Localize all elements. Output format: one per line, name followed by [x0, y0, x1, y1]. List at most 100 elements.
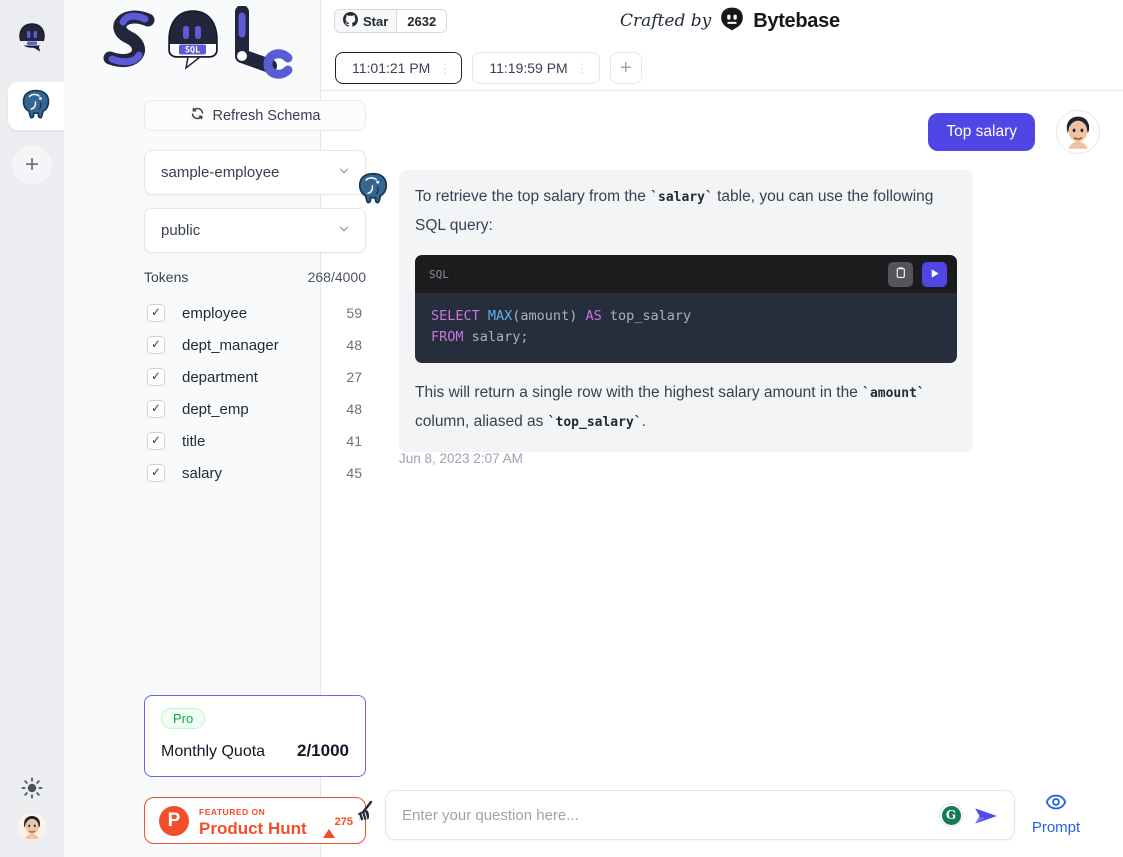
product-hunt-name: Product Hunt: [199, 819, 307, 838]
quota-label: Monthly Quota: [161, 743, 265, 761]
github-icon: [343, 12, 358, 30]
chevron-down-icon: [337, 222, 351, 240]
refresh-icon: [190, 106, 205, 125]
prompt-button[interactable]: Prompt: [1026, 791, 1086, 836]
send-icon: [973, 817, 999, 832]
crafted-by-label: Crafted by: [620, 11, 711, 31]
code-block-header: SQL: [415, 255, 957, 293]
conversation-tabs: 11:01:21 PM ⋮ 11:19:59 PM ⋮ +: [335, 52, 642, 84]
tab-label: 11:19:59 PM: [489, 60, 567, 76]
bytebase-logo-icon: [719, 6, 745, 37]
question-composer: G: [385, 790, 1015, 840]
brand-name: Bytebase: [753, 10, 840, 33]
table-name: title: [182, 433, 346, 450]
table-row: salary 45: [144, 457, 366, 489]
tab-conversation-1[interactable]: 11:01:21 PM ⋮: [335, 52, 462, 84]
table-token-count: 48: [346, 337, 362, 353]
pro-quota-card: Pro Monthly Quota 2/1000: [144, 695, 366, 777]
database-select-value: sample-employee: [161, 164, 279, 181]
assistant-message-bubble: To retrieve the top salary from the `sal…: [399, 170, 973, 452]
code-line: SELECT MAX(amount) AS top_salary: [431, 306, 941, 327]
run-query-button[interactable]: [922, 262, 947, 287]
inline-code: `salary`: [650, 190, 713, 205]
star-count: 2632: [397, 10, 446, 32]
table-row: department 27: [144, 361, 366, 393]
header-divider: [321, 90, 1123, 91]
tokens-value: 268/4000: [308, 269, 366, 285]
workspace-rail: +: [0, 0, 64, 857]
svg-text:SQL: SQL: [185, 46, 200, 56]
user-message-avatar: [1056, 110, 1100, 154]
message-timestamp: Jun 8, 2023 2:07 AM: [399, 451, 523, 466]
schema-sidebar: SQL Refresh Schema sample-employee pub: [64, 0, 321, 857]
refresh-schema-button[interactable]: Refresh Schema: [144, 100, 366, 131]
code-line: FROM salary;: [431, 327, 941, 348]
table-checkbox[interactable]: [147, 400, 165, 418]
crafted-by-banner[interactable]: Crafted by Bytebase: [620, 8, 840, 34]
database-select[interactable]: sample-employee: [144, 150, 366, 195]
table-name: department: [182, 369, 346, 386]
prompt-label: Prompt: [1026, 819, 1086, 836]
clipboard-icon: [894, 266, 907, 282]
clear-conversation-button[interactable]: [351, 799, 379, 827]
eye-icon: [1045, 801, 1067, 816]
play-icon: [929, 267, 940, 282]
assistant-avatar-postgresql-icon: [355, 170, 391, 206]
inline-code: `top_salary`: [548, 415, 642, 430]
table-token-count: 45: [346, 465, 362, 481]
table-name: employee: [182, 305, 346, 322]
table-token-count: 59: [346, 305, 362, 321]
table-token-count: 27: [346, 369, 362, 385]
user-message-bubble: Top salary: [928, 113, 1035, 151]
refresh-schema-label: Refresh Schema: [213, 108, 321, 124]
table-row: dept_manager 48: [144, 329, 366, 361]
sqlchat-bot-icon: [15, 21, 49, 60]
tab-menu-icon[interactable]: ⋮: [438, 62, 451, 75]
copy-code-button[interactable]: [888, 262, 913, 287]
sun-icon: [21, 777, 43, 804]
table-row: title 41: [144, 425, 366, 457]
new-conversation-button[interactable]: +: [610, 52, 642, 84]
tab-conversation-2[interactable]: 11:19:59 PM ⋮: [472, 52, 599, 84]
assistant-outro-text: This will return a single row with the h…: [415, 379, 957, 437]
sql-code-block: SQL SELECT MAX(amount) AS top_salary FRO…: [415, 255, 957, 363]
question-input[interactable]: [385, 790, 1015, 840]
user-avatar-button[interactable]: [0, 812, 64, 847]
tab-menu-icon[interactable]: ⋮: [576, 62, 589, 75]
table-checkbox[interactable]: [147, 336, 165, 354]
product-hunt-icon: P: [159, 806, 189, 836]
inline-code: `amount`: [862, 386, 925, 401]
github-star-button[interactable]: Star 2632: [334, 9, 447, 33]
product-hunt-votes: 275: [323, 812, 353, 830]
grammarly-icon[interactable]: G: [939, 803, 963, 827]
assistant-intro-text: To retrieve the top salary from the `sal…: [415, 183, 957, 240]
table-checkbox[interactable]: [147, 432, 165, 450]
table-checkbox[interactable]: [147, 464, 165, 482]
schema-select-value: public: [161, 222, 200, 239]
tab-label: 11:01:21 PM: [352, 60, 430, 76]
table-row: dept_emp 48: [144, 393, 366, 425]
add-connection-button[interactable]: +: [12, 145, 52, 185]
table-checkbox[interactable]: [147, 304, 165, 322]
table-row: employee 59: [144, 297, 366, 329]
quota-value: 2/1000: [297, 741, 349, 761]
theme-toggle-button[interactable]: [0, 777, 64, 804]
schema-select[interactable]: public: [144, 208, 366, 253]
table-checkbox[interactable]: [147, 368, 165, 386]
rail-item-postgres-connection[interactable]: [8, 82, 64, 130]
tokens-label: Tokens: [144, 269, 188, 285]
table-token-count: 48: [346, 401, 362, 417]
product-hunt-badge[interactable]: P FEATURED ON Product Hunt 275: [144, 797, 366, 844]
broom-icon: [351, 815, 379, 830]
chevron-down-icon: [337, 164, 351, 182]
table-name: dept_emp: [182, 401, 346, 418]
postgresql-icon: [19, 87, 53, 126]
code-block-body: SELECT MAX(amount) AS top_salary FROM sa…: [415, 293, 957, 363]
table-token-count: 41: [346, 433, 362, 449]
table-name: salary: [182, 465, 346, 482]
user-avatar: [17, 812, 47, 847]
product-hunt-featured-label: FEATURED ON: [199, 807, 265, 817]
send-button[interactable]: [973, 803, 999, 829]
sqlchat-logo: SQL: [90, 6, 295, 95]
rail-item-sqlchat[interactable]: [8, 16, 56, 64]
